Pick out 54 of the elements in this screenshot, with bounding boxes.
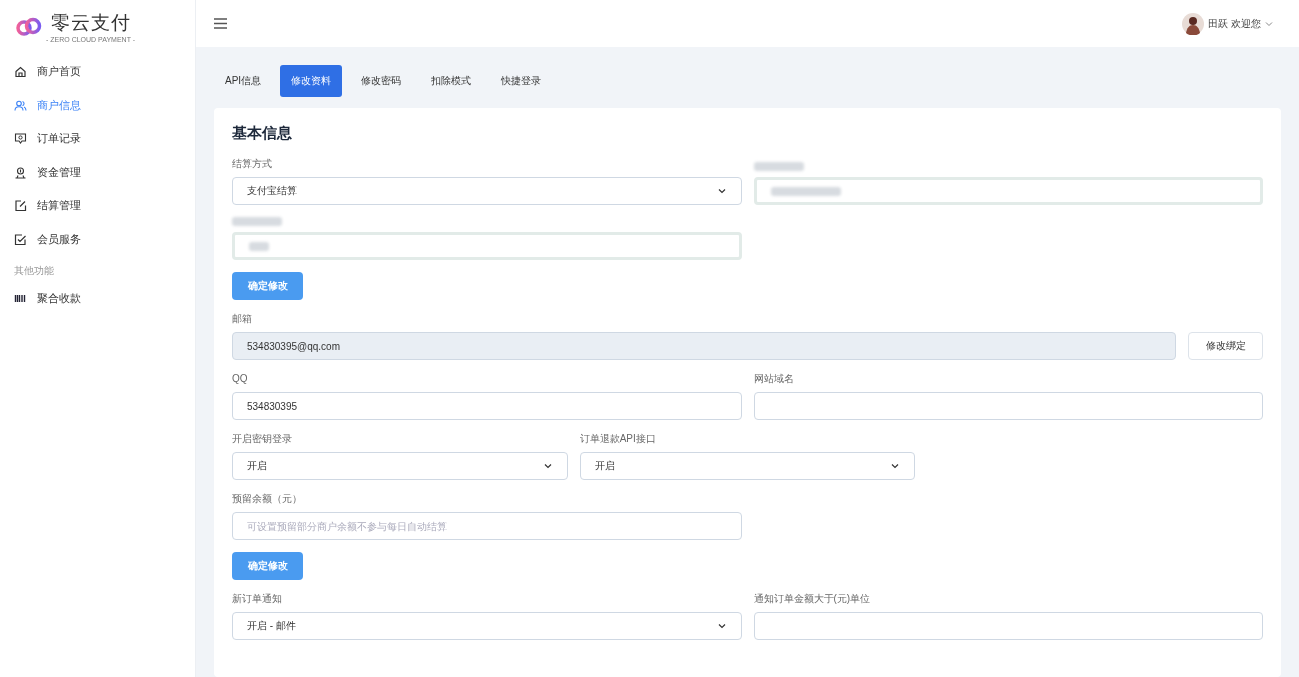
- logo-title: 零云支付: [50, 11, 131, 35]
- blurred-value: [249, 241, 269, 251]
- select-field[interactable]: 开启 - 邮件: [232, 612, 742, 640]
- chevron-icon: [890, 461, 901, 471]
- receipt-icon: [14, 132, 27, 146]
- person-coin-icon: [14, 165, 27, 179]
- sidebar-item[interactable]: 会员服务: [0, 222, 195, 256]
- field-label: 网站域名: [753, 372, 795, 386]
- card-title: 基本信息: [232, 124, 293, 143]
- chevron-icon: [716, 186, 727, 196]
- bind-button[interactable]: 修改绑定: [1188, 332, 1263, 360]
- input-field[interactable]: 534830395: [232, 392, 742, 420]
- section-heading: 其他功能: [13, 264, 55, 278]
- blurred-label: [753, 162, 804, 171]
- sidebar-item[interactable]: 商户信息: [0, 88, 195, 122]
- tab[interactable]: 修改资料: [280, 65, 343, 97]
- users-icon: [14, 98, 27, 112]
- select-field[interactable]: 开启: [579, 452, 916, 480]
- tab[interactable]: API信息: [214, 65, 273, 97]
- select-field[interactable]: 支付宝结算: [232, 177, 742, 205]
- input-field[interactable]: [232, 232, 742, 260]
- field-label: 新订单通知: [232, 592, 283, 606]
- field-label: QQ: [232, 372, 249, 386]
- sidebar-item[interactable]: 资金管理: [0, 155, 195, 189]
- home-icon: [14, 65, 27, 79]
- tab[interactable]: 快捷登录: [490, 65, 553, 97]
- tab[interactable]: 修改密码: [350, 65, 413, 97]
- field-label: 邮箱: [232, 312, 253, 326]
- avatar[interactable]: [1182, 12, 1205, 35]
- input-field[interactable]: 可设置预留部分商户余额不参与每日自动结算: [232, 512, 742, 540]
- checkbox-icon: [14, 232, 27, 246]
- field-label: 订单退款API接口: [579, 432, 657, 446]
- sidebar-item[interactable]: 订单记录: [0, 122, 195, 156]
- input-field[interactable]: [753, 612, 1263, 640]
- chevron-icon: [542, 461, 553, 471]
- logo-icon: [16, 16, 42, 37]
- field-label: 通知订单金额大于(元)单位: [753, 592, 872, 606]
- field-label: 结算方式: [232, 157, 273, 171]
- sidebar-item[interactable]: 商户首页: [0, 55, 195, 89]
- blurred-label: [232, 217, 282, 226]
- chevron-icon: [716, 621, 727, 631]
- sidebar-item[interactable]: 聚合收款: [0, 282, 195, 316]
- menu-icon[interactable]: [214, 18, 227, 29]
- tab[interactable]: 扣除模式: [420, 65, 483, 97]
- user-name[interactable]: 田跃 欢迎您: [1208, 16, 1261, 31]
- blurred-value: [770, 186, 841, 196]
- input-field[interactable]: [753, 392, 1263, 420]
- edit-icon: [14, 199, 27, 213]
- field-label: 预留余额（元）: [232, 492, 303, 506]
- caret-icon[interactable]: [1265, 19, 1273, 28]
- input-field[interactable]: [753, 177, 1263, 205]
- field-label: 开启密钥登录: [232, 432, 293, 446]
- select-field[interactable]: 开启: [232, 452, 568, 480]
- sidebar-item[interactable]: 结算管理: [0, 189, 195, 223]
